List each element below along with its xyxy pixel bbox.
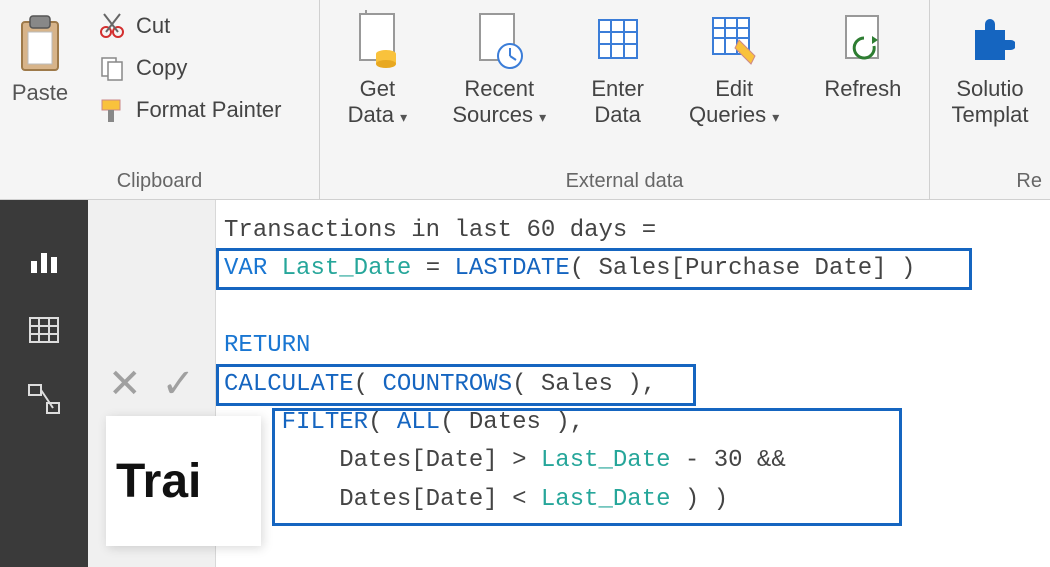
code-text: RETURN <box>224 332 310 359</box>
solution-templates-button[interactable]: Solutio Templat <box>939 4 1040 135</box>
code-text: COUNTROWS <box>382 371 512 398</box>
paste-icon <box>10 8 70 78</box>
copy-label: Copy <box>136 55 187 81</box>
edit-queries-button[interactable]: Edit Queries ▾ <box>677 4 791 135</box>
solution-templates-label: Solutio Templat <box>951 76 1028 129</box>
code-text: Last_Date <box>267 255 425 282</box>
ribbon-group-resources: Solutio Templat Re <box>930 0 1050 199</box>
data-view-button[interactable] <box>24 310 64 350</box>
recent-sources-button[interactable]: Recent Sources ▾ <box>440 4 558 135</box>
refresh-icon <box>838 10 888 72</box>
chevron-down-icon: ▾ <box>772 109 779 125</box>
code-text: - 30 && <box>671 447 786 474</box>
enter-data-icon <box>593 10 643 72</box>
copy-button[interactable]: Copy <box>90 50 290 86</box>
recent-sources-label: Recent Sources <box>452 76 534 127</box>
confirm-formula-button[interactable]: ✓ <box>162 361 196 407</box>
get-data-button[interactable]: Get Data ▾ <box>336 4 420 135</box>
code-text: Dates[Date] > <box>224 447 541 474</box>
ribbon-group-external-data: Get Data ▾ Recent Sources ▾ <box>320 0 930 199</box>
model-icon <box>27 383 61 417</box>
code-text: Last_Date <box>541 447 671 474</box>
cut-label: Cut <box>136 13 170 39</box>
format-painter-button[interactable]: Format Painter <box>90 92 290 128</box>
code-text: Last_Date <box>541 486 671 513</box>
enter-data-label: Enter Data <box>591 76 644 129</box>
table-icon <box>27 313 61 347</box>
enter-data-button[interactable]: Enter Data <box>579 4 656 135</box>
formula-bar[interactable]: Transactions in last 60 days = VAR Last_… <box>215 200 1050 567</box>
code-text: ( <box>368 409 397 436</box>
report-view-button[interactable] <box>24 240 64 280</box>
paste-button[interactable]: Paste <box>2 4 78 110</box>
group-label-resources: Re <box>932 168 1048 197</box>
get-data-label: Get Data <box>348 76 396 127</box>
code-text: Dates[Date] < <box>224 486 541 513</box>
ribbon-group-clipboard: Paste Cut Copy <box>0 0 320 199</box>
format-painter-icon <box>98 96 126 124</box>
edit-queries-icon <box>709 10 759 72</box>
code-text: VAR <box>224 255 267 282</box>
report-icon <box>27 243 61 277</box>
group-label-external: External data <box>322 168 927 197</box>
code-text: = <box>426 255 455 282</box>
content-area: ✕ ✓ Transactions in last 60 days = VAR L… <box>88 200 1050 567</box>
chevron-down-icon: ▾ <box>400 109 407 125</box>
code-text: ( <box>354 371 383 398</box>
code-text: Transactions in last 60 days = <box>224 217 670 244</box>
copy-icon <box>98 54 126 82</box>
recent-sources-icon <box>474 10 524 72</box>
code-text: FILTER <box>282 409 368 436</box>
chevron-down-icon: ▾ <box>539 109 546 125</box>
cancel-formula-button[interactable]: ✕ <box>108 361 142 407</box>
code-text: ) ) <box>671 486 729 513</box>
cut-button[interactable]: Cut <box>90 8 290 44</box>
code-text: CALCULATE <box>224 371 354 398</box>
format-painter-label: Format Painter <box>136 97 282 123</box>
get-data-icon <box>352 10 402 72</box>
refresh-button[interactable]: Refresh <box>812 4 913 108</box>
code-text: ( Dates ), <box>440 409 584 436</box>
left-rail <box>0 200 88 567</box>
code-text: ( Sales[Purchase Date] ) <box>570 255 916 282</box>
code-text: LASTDATE <box>455 255 570 282</box>
edit-queries-label: Edit Queries <box>689 76 766 127</box>
group-label-clipboard: Clipboard <box>2 168 317 197</box>
puzzle-icon <box>965 10 1015 72</box>
report-preview: Trai <box>106 416 261 546</box>
ribbon: Paste Cut Copy <box>0 0 1050 200</box>
code-text: ( Sales ), <box>512 371 656 398</box>
model-view-button[interactable] <box>24 380 64 420</box>
cut-icon <box>98 12 126 40</box>
paste-label: Paste <box>12 80 68 106</box>
report-preview-text: Trai <box>116 454 201 509</box>
refresh-label: Refresh <box>824 76 901 102</box>
code-text: ALL <box>397 409 440 436</box>
